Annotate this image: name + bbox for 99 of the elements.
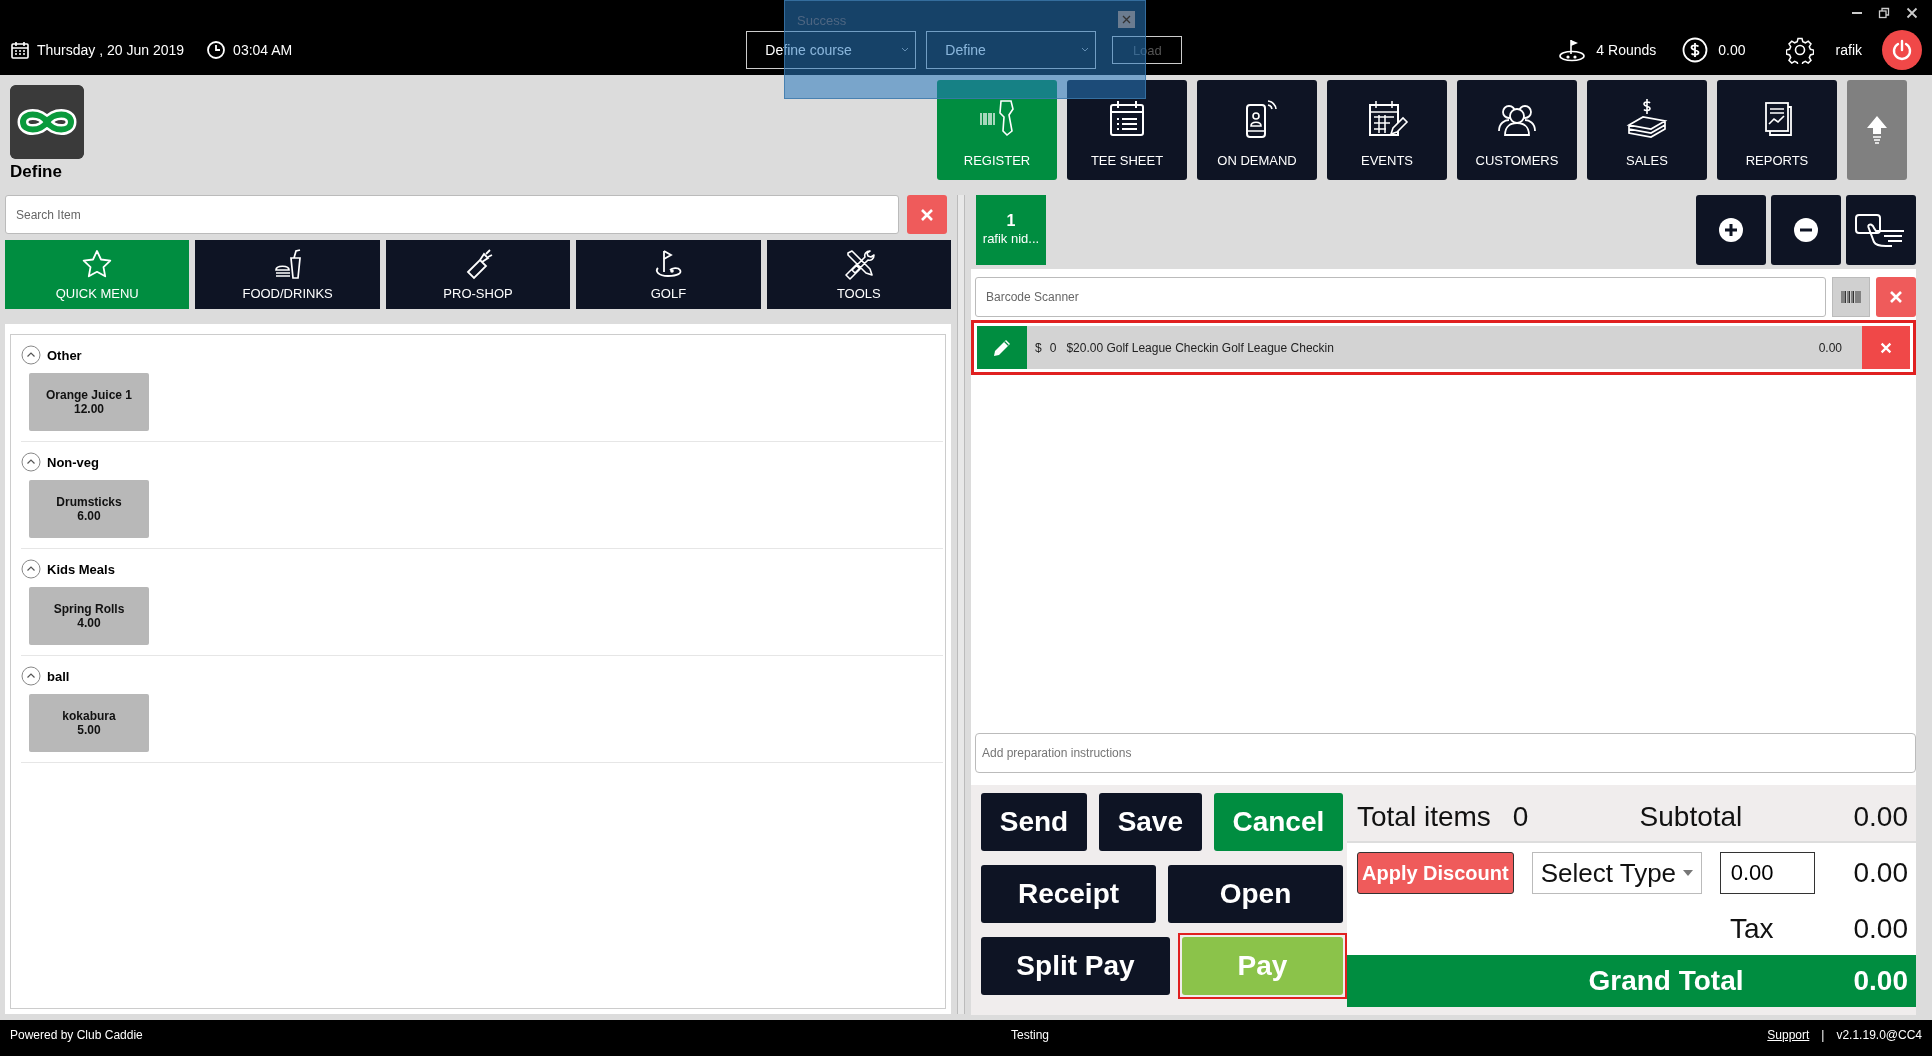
- settings-icon[interactable]: [1785, 36, 1814, 64]
- discount-amount: 0.00: [1853, 857, 1908, 889]
- total-items-label: Total items: [1357, 801, 1491, 833]
- total-items-count: 0: [1512, 801, 1529, 833]
- clear-search-button[interactable]: [907, 195, 947, 234]
- money-stack-icon: [1625, 97, 1669, 141]
- user-name: rafik: [1835, 42, 1862, 58]
- discount-value-field[interactable]: 0.00: [1719, 852, 1815, 894]
- tools-icon: [842, 248, 875, 280]
- grand-total-value: 0.00: [1853, 965, 1908, 997]
- subtotal-label: Subtotal: [1639, 801, 1743, 833]
- action-button[interactable]: Open: [1168, 865, 1343, 923]
- nav-tab[interactable]: REGISTER: [937, 80, 1057, 180]
- action-button[interactable]: Cancel: [1213, 793, 1343, 851]
- calendar-icon: [10, 40, 30, 60]
- collapse-icon[interactable]: [21, 452, 41, 472]
- support-link[interactable]: Support: [1767, 1028, 1810, 1042]
- logo-icon: [10, 85, 84, 159]
- barcode-icon: [1841, 291, 1861, 303]
- nav-tab[interactable]: REPORTS: [1717, 80, 1837, 180]
- plus-icon: [1717, 216, 1745, 244]
- nav-tab[interactable]: EVENTS: [1327, 80, 1447, 180]
- collapse-icon[interactable]: [21, 345, 41, 365]
- course-dropdown[interactable]: Define course: [746, 31, 917, 69]
- group-title: Other: [47, 347, 82, 363]
- category-tab[interactable]: TOOLS: [766, 240, 952, 309]
- action-button[interactable]: Save: [1098, 793, 1202, 851]
- remove-button[interactable]: [1771, 195, 1841, 265]
- close-icon: [1122, 15, 1131, 24]
- brand-name: Define: [10, 162, 63, 182]
- close-icon: [1879, 340, 1893, 355]
- menu-item[interactable]: kokabura 5.00: [29, 694, 149, 752]
- barcode-field[interactable]: Barcode Scanner: [975, 277, 1826, 317]
- powered-by-text: Powered by Club Caddie: [10, 1028, 143, 1042]
- rounds-text: 4 Rounds: [1596, 42, 1657, 58]
- separator-text: |: [1821, 1028, 1825, 1042]
- subtotal-value: 0.00: [1853, 801, 1908, 833]
- caret-icon: [1682, 870, 1693, 876]
- search-field[interactable]: Search Item: [5, 195, 899, 234]
- scroll-up-button[interactable]: [1847, 80, 1907, 180]
- touch-button[interactable]: [1846, 195, 1916, 265]
- grand-total-label: Grand Total: [1588, 965, 1744, 997]
- chevron-down-icon: [901, 46, 910, 54]
- nav-tab[interactable]: ON DEMAND: [1197, 80, 1317, 180]
- barcode-button[interactable]: [1832, 277, 1870, 317]
- collapse-icon[interactable]: [21, 559, 41, 579]
- instructions-field[interactable]: Add preparation instructions: [975, 733, 1916, 773]
- minimize-icon: [1852, 11, 1862, 14]
- chevron-down-icon: [1081, 46, 1090, 54]
- up-arrow-icon: [1865, 114, 1889, 146]
- power-icon: [1891, 39, 1913, 61]
- category-tab[interactable]: FOOD/DRINKS: [195, 240, 380, 309]
- date-text: Thursday , 20 Jun 2019: [37, 42, 185, 58]
- group-title: ball: [47, 668, 70, 684]
- line-amount: 0.00: [1818, 340, 1842, 355]
- time-text: 03:04 AM: [233, 42, 293, 58]
- group-title: Non-veg: [47, 454, 99, 470]
- close-icon: [919, 206, 935, 223]
- category-tab[interactable]: QUICK MENU: [5, 240, 190, 309]
- category-tab[interactable]: PRO-SHOP: [385, 240, 571, 309]
- close-icon: [1888, 289, 1904, 305]
- dollar-icon: [1682, 37, 1709, 63]
- splitter-handle[interactable]: [957, 195, 965, 1014]
- menu-item[interactable]: Spring Rolls 4.00: [29, 587, 149, 645]
- currency-symbol: $: [1035, 340, 1042, 355]
- collapse-icon[interactable]: [21, 666, 41, 686]
- minus-icon: [1792, 216, 1820, 244]
- star-icon: [81, 248, 114, 280]
- close-icon: [1906, 6, 1918, 19]
- action-button[interactable]: Receipt: [981, 865, 1156, 923]
- add-button[interactable]: [1696, 195, 1766, 265]
- quantity-text: 0: [1049, 340, 1057, 355]
- category-tab[interactable]: GOLF: [576, 240, 761, 309]
- action-button[interactable]: Send: [981, 793, 1087, 851]
- nav-tab[interactable]: CUSTOMERS: [1457, 80, 1577, 180]
- edit-button[interactable]: [977, 326, 1027, 369]
- item-description: $20.00 Golf League Checkin Golf League Checkin: [1066, 340, 1335, 355]
- discount-type-dropdown[interactable]: Select Type: [1531, 852, 1702, 894]
- golf-flag-icon: [1558, 38, 1587, 62]
- toast-message: Success: [797, 13, 847, 28]
- restore-icon: [1878, 6, 1890, 19]
- balance-text: 0.00: [1718, 42, 1746, 58]
- nav-tab[interactable]: SALES: [1587, 80, 1707, 180]
- menu-item[interactable]: Drumsticks 6.00: [29, 480, 149, 538]
- clear-barcode-button[interactable]: [1876, 277, 1916, 317]
- menu-item[interactable]: Orange Juice 1 12.00: [29, 373, 149, 431]
- tax-label: Tax: [1729, 913, 1774, 945]
- toast-close-button[interactable]: [1118, 11, 1135, 28]
- clock-icon: [206, 40, 227, 60]
- power-button[interactable]: [1882, 30, 1922, 70]
- tax-value: 0.00: [1853, 913, 1908, 945]
- nav-tab[interactable]: TEE SHEET: [1067, 80, 1187, 180]
- group-title: Kids Meals: [47, 561, 115, 577]
- version-text: v2.1.19.0@CC4: [1836, 1028, 1922, 1042]
- ticket-tab[interactable]: 1 rafik nid...: [976, 195, 1046, 265]
- delete-line-button[interactable]: [1862, 326, 1910, 369]
- action-button[interactable]: Split Pay: [981, 937, 1170, 995]
- facility-dropdown[interactable]: Define: [926, 31, 1097, 69]
- environment-text: Testing: [1010, 1028, 1051, 1042]
